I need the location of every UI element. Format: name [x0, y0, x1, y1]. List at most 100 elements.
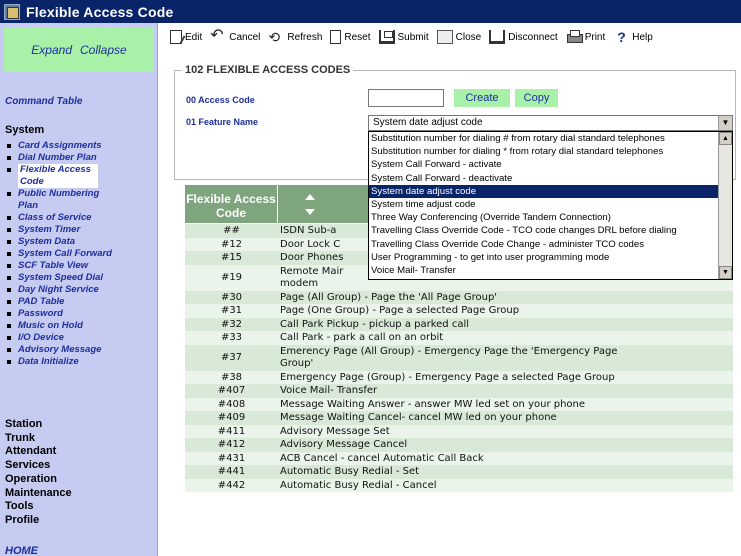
bullet-icon	[7, 252, 11, 256]
feature-name-select[interactable]: System date adjust code ▼	[368, 115, 733, 131]
table-row[interactable]: #431 ACB Cancel - cancel Automatic Call B…	[185, 451, 733, 465]
disconnect-button[interactable]: Disconnect	[489, 30, 558, 44]
column-header-access-code[interactable]: Flexible Access Code	[185, 185, 277, 223]
access-code-cell: #407	[217, 385, 246, 396]
sidebar-item-station[interactable]: Station	[5, 418, 155, 432]
sidebar-item-pad-table[interactable]: PAD Table	[5, 296, 155, 308]
dropdown-option[interactable]: System Call Forward - activate	[369, 158, 719, 171]
sidebar-item-services[interactable]: Services	[5, 459, 155, 473]
dropdown-option[interactable]: Three Way Conferencing (Override Tandem …	[369, 211, 719, 224]
feature-name-cell: ACB Cancel - cancel Automatic Call Back	[280, 452, 484, 464]
help-icon	[613, 30, 629, 44]
sidebar-item-operation[interactable]: Operation	[5, 473, 155, 487]
bullet-icon	[7, 216, 11, 220]
close-icon	[436, 30, 453, 44]
scroll-up-icon[interactable]: ▲	[719, 132, 732, 145]
close-button[interactable]: Close	[436, 30, 481, 44]
feature-name-dropdown-list[interactable]: Substitution number for dialing # from r…	[368, 131, 733, 280]
table-row[interactable]: #407 Voice Mail- Transfer	[185, 384, 733, 398]
table-row[interactable]: #31 Page (One Group) - Page a selected Pa…	[185, 304, 733, 318]
feature-name-selected-value: System date adjust code	[373, 117, 483, 128]
dropdown-option[interactable]: Substitution number for dialing # from r…	[369, 132, 719, 145]
collapse-link[interactable]: Collapse	[80, 43, 127, 57]
sidebar-item-music-on-hold[interactable]: Music on Hold	[5, 320, 155, 332]
access-code-input[interactable]	[368, 89, 444, 107]
access-code-cell: #38	[220, 371, 243, 383]
sidebar-item-system-call-forward[interactable]: System Call Forward	[5, 248, 155, 260]
table-row[interactable]: #411 Advisory Message Set	[185, 424, 733, 438]
dropdown-option-selected[interactable]: System date adjust code	[369, 184, 719, 198]
table-row[interactable]: #30 Page (All Group) - Page the 'All Page…	[185, 290, 733, 304]
sidebar-item-io-device[interactable]: I/O Device	[5, 332, 155, 344]
sidebar-item-scf-table-view[interactable]: SCF Table View	[5, 260, 155, 272]
sidebar-item-card-assignments[interactable]: Card Assignments	[5, 140, 155, 152]
refresh-icon	[268, 30, 284, 44]
table-row[interactable]: #409 Message Waiting Cancel- cancel MW le…	[185, 411, 733, 425]
dropdown-option[interactable]: Travelling Class Override Code Change - …	[369, 238, 719, 251]
bullet-icon	[7, 348, 11, 352]
table-row[interactable]: #408 Message Waiting Answer - answer MW l…	[185, 397, 733, 411]
access-code-cell: ##	[223, 225, 240, 236]
submit-icon	[378, 30, 395, 44]
feature-name-cell: Advisory Message Cancel	[280, 439, 408, 450]
system-heading[interactable]: System	[5, 124, 44, 136]
sidebar-item-password[interactable]: Password	[5, 308, 155, 320]
dropdown-scrollbar[interactable]: ▲ ▼	[718, 132, 732, 279]
table-row[interactable]: #442 Automatic Busy Redial - Cancel	[185, 478, 733, 492]
access-code-cell: #409	[217, 412, 246, 423]
table-row[interactable]: #412 Advisory Message Cancel	[185, 438, 733, 452]
sidebar-item-day-night-service[interactable]: Day Night Service	[5, 284, 155, 296]
sidebar-item-class-of-service[interactable]: Class of Service	[5, 212, 155, 224]
title-bar: Flexible Access Code	[0, 0, 741, 23]
dropdown-option[interactable]: Substitution number for dialing * from r…	[369, 145, 719, 158]
submit-button[interactable]: Submit	[378, 30, 429, 44]
dropdown-option[interactable]: Travelling Class Override Code - TCO cod…	[369, 224, 719, 237]
table-row[interactable]: #33 Call Park - park a call on an orbit	[185, 331, 733, 345]
dropdown-option[interactable]: Voice Mail- Transfer	[369, 264, 719, 277]
table-row[interactable]: #38 Emergency Page (Group) - Emergency Pa…	[185, 370, 733, 384]
dropdown-option[interactable]: System Call Forward - deactivate	[369, 172, 719, 185]
sidebar-item-dial-number-plan[interactable]: Dial Number Plan	[5, 152, 155, 164]
feature-name-cell: Voice Mail- Transfer	[280, 385, 378, 396]
edit-button[interactable]: Edit	[170, 30, 202, 44]
dropdown-option[interactable]: System time adjust code	[369, 198, 719, 211]
sidebar-item-flexible-access-code[interactable]: Flexible Access Code	[5, 164, 155, 188]
access-code-cell: #30	[220, 291, 243, 303]
sort-down-icon[interactable]	[305, 209, 315, 215]
sidebar-item-tools[interactable]: Tools	[5, 500, 155, 514]
bullet-icon	[7, 276, 11, 280]
help-button[interactable]: Help	[613, 30, 653, 44]
access-code-cell: #19	[220, 271, 243, 283]
sidebar-item-maintenance[interactable]: Maintenance	[5, 487, 155, 501]
print-button[interactable]: Print	[566, 30, 605, 44]
sidebar-item-trunk[interactable]: Trunk	[5, 432, 155, 446]
sidebar-item-advisory-message[interactable]: Advisory Message	[5, 344, 155, 356]
cancel-button[interactable]: Cancel	[210, 29, 260, 44]
table-row[interactable]: #441 Automatic Busy Redial - Set	[185, 465, 733, 479]
create-button[interactable]: Create	[454, 89, 510, 107]
sidebar-item-profile[interactable]: Profile	[5, 514, 155, 528]
sidebar-item-system-speed-dial[interactable]: System Speed Dial	[5, 272, 155, 284]
table-row[interactable]: #37 Emerency Page (All Group) - Emergency…	[185, 344, 733, 371]
undo-icon	[210, 29, 226, 44]
reset-button[interactable]: Reset	[330, 30, 371, 44]
dropdown-option[interactable]: User Programming - to get into user prog…	[369, 251, 719, 264]
sort-up-icon[interactable]	[305, 194, 315, 200]
home-link[interactable]: HOME	[5, 545, 38, 556]
table-row[interactable]: #32 Call Park Pickup - pickup a parked ca…	[185, 317, 733, 331]
refresh-button[interactable]: Refresh	[268, 30, 322, 44]
bullet-icon	[7, 192, 11, 196]
feature-name-cell: Automatic Busy Redial - Set	[280, 466, 420, 477]
sidebar-item-attendant[interactable]: Attendant	[5, 445, 155, 459]
sidebar-item-system-timer[interactable]: System Timer	[5, 224, 155, 236]
expand-link[interactable]: Expand	[31, 43, 72, 57]
copy-button[interactable]: Copy	[515, 89, 558, 107]
sidebar-item-public-numbering-plan[interactable]: Public Numbering Plan	[5, 188, 155, 212]
sidebar-item-data-initialize[interactable]: Data Initialize	[5, 356, 155, 368]
chevron-down-icon[interactable]: ▼	[718, 116, 732, 130]
blank-page-icon	[330, 30, 342, 44]
command-table-link[interactable]: Command Table	[5, 96, 82, 107]
scroll-down-icon[interactable]: ▼	[719, 266, 732, 279]
sidebar-item-system-data[interactable]: System Data	[5, 236, 155, 248]
feature-name-cell: Message Waiting Cancel- cancel MW led on…	[280, 412, 557, 423]
